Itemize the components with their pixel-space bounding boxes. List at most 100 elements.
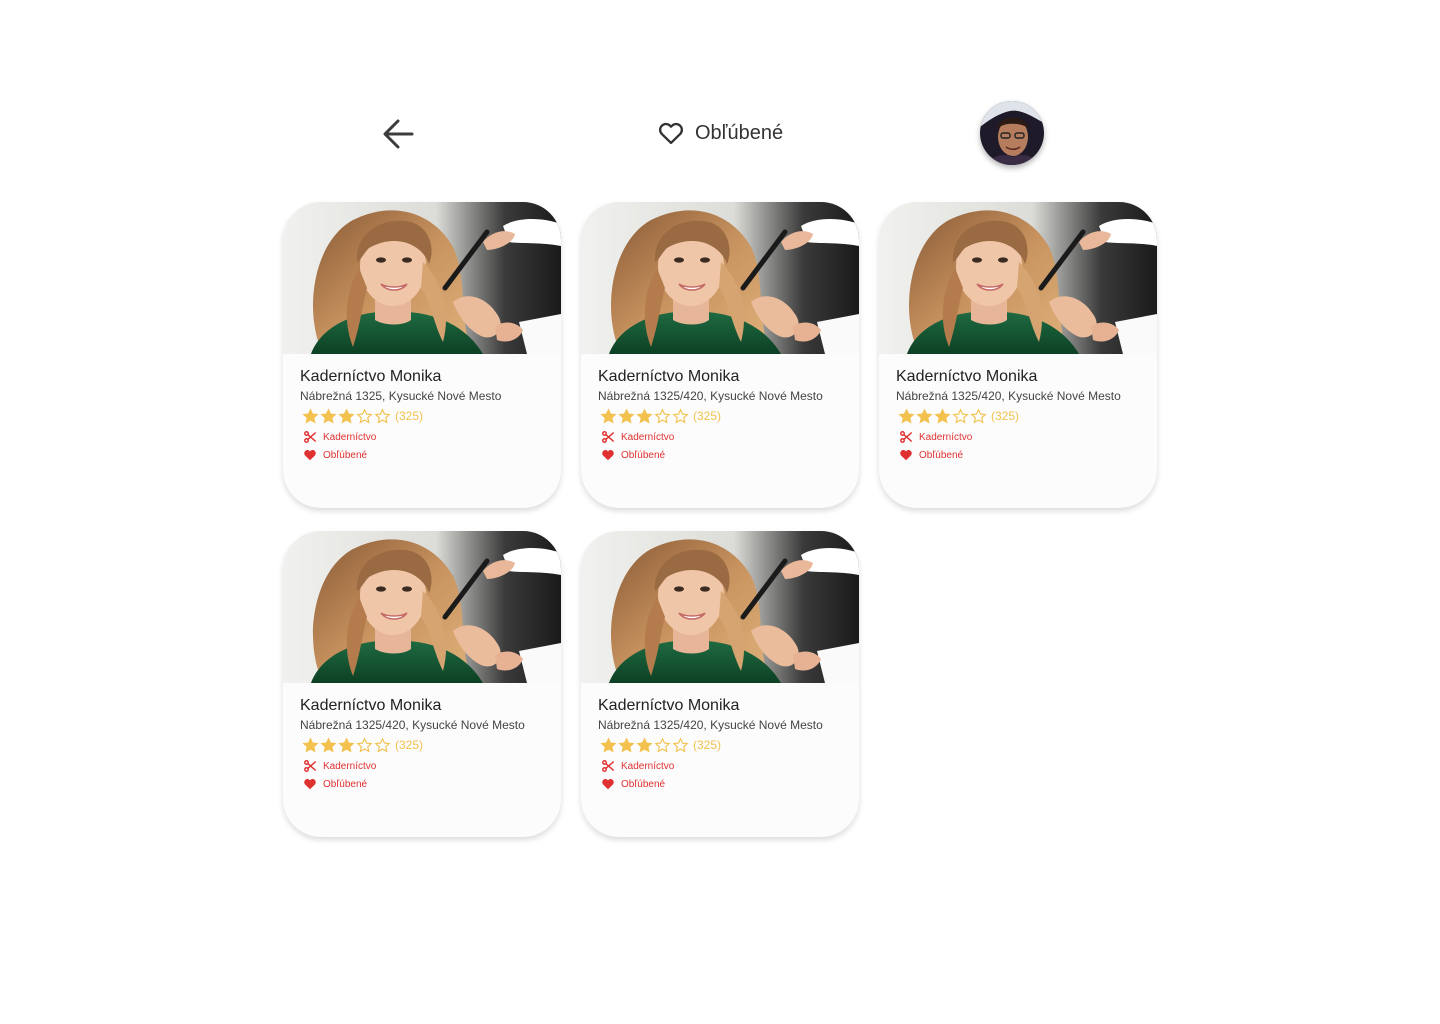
favorite-tag[interactable]: Obľúbené [601,775,842,793]
review-count: (325) [395,738,424,752]
rating-stars [600,737,689,754]
salon-card[interactable]: Kaderníctvo Monika Nábrežná 1325, Kysucké… [283,202,561,508]
rating-stars [302,408,391,425]
salon-address: Nábrežná 1325/420, Kysucké Nové Mesto [598,718,823,732]
review-count: (325) [693,738,722,752]
star-outline-icon [672,408,689,425]
review-count: (325) [395,409,424,423]
heart-filled-icon [601,448,615,462]
category-label: Kaderníctvo [323,760,377,772]
rating: (325) [600,407,842,425]
arrow-left-icon [383,119,414,149]
star-outline-icon [654,408,671,425]
star-outline-icon [952,408,969,425]
heart-filled-icon [303,777,317,791]
salon-name: Kaderníctvo Monika [896,368,1038,385]
favorite-label: Obľúbené [919,449,964,461]
card-body: Kaderníctvo Monika Nábrežná 1325/420, Kys… [879,354,1157,464]
salon-name: Kaderníctvo Monika [300,697,442,714]
star-filled-icon [600,737,617,754]
star-outline-icon [654,737,671,754]
page-title-text: Obľúbené [695,121,784,144]
salon-photo [879,202,1157,354]
review-count: (325) [991,409,1020,423]
category-tag: Kaderníctvo [303,757,544,775]
salon-card[interactable]: Kaderníctvo Monika Nábrežná 1325/420, Kys… [879,202,1157,508]
user-avatar[interactable] [980,101,1044,165]
back-button[interactable] [378,114,418,154]
category-tag: Kaderníctvo [601,428,842,446]
category-label: Kaderníctvo [919,431,973,443]
review-count: (325) [693,409,722,423]
rating: (325) [302,736,544,754]
star-filled-icon [302,408,319,425]
scissors-icon [601,759,615,773]
category-tag: Kaderníctvo [601,757,842,775]
rating-stars [302,737,391,754]
favorite-label: Obľúbené [621,778,666,790]
salon-card[interactable]: Kaderníctvo Monika Nábrežná 1325/420, Kys… [581,531,859,837]
rating: (325) [302,407,544,425]
salon-photo [581,202,859,354]
scissors-icon [601,430,615,444]
salon-photo [283,531,561,683]
favorite-tag[interactable]: Obľúbené [303,775,544,793]
salon-name: Kaderníctvo Monika [300,368,442,385]
category-label: Kaderníctvo [621,760,675,772]
star-filled-icon [934,408,951,425]
heart-filled-icon [303,448,317,462]
card-body: Kaderníctvo Monika Nábrežná 1325/420, Kys… [581,683,859,793]
favorite-label: Obľúbené [621,449,666,461]
page-title: Obľúbené [657,117,783,149]
salon-photo [581,531,859,683]
star-outline-icon [672,737,689,754]
star-filled-icon [320,408,337,425]
heart-outline-icon [657,119,685,147]
salon-name: Kaderníctvo Monika [598,697,740,714]
star-outline-icon [374,408,391,425]
star-filled-icon [320,737,337,754]
star-outline-icon [374,737,391,754]
scissors-icon [303,759,317,773]
heart-filled-icon [899,448,913,462]
star-outline-icon [356,408,373,425]
favorite-tag[interactable]: Obľúbené [899,446,1140,464]
salon-name: Kaderníctvo Monika [598,368,740,385]
salon-photo [283,202,561,354]
favorite-tag[interactable]: Obľúbené [601,446,842,464]
category-label: Kaderníctvo [323,431,377,443]
heart-filled-icon [601,777,615,791]
favorite-label: Obľúbené [323,778,368,790]
star-outline-icon [356,737,373,754]
rating-stars [898,408,987,425]
salon-address: Nábrežná 1325/420, Kysucké Nové Mesto [598,389,823,403]
star-filled-icon [916,408,933,425]
category-label: Kaderníctvo [621,431,675,443]
salon-card[interactable]: Kaderníctvo Monika Nábrežná 1325/420, Kys… [581,202,859,508]
favorite-tag[interactable]: Obľúbené [303,446,544,464]
rating-stars [600,408,689,425]
star-filled-icon [600,408,617,425]
salon-card[interactable]: Kaderníctvo Monika Nábrežná 1325/420, Kys… [283,531,561,837]
favorite-label: Obľúbené [323,449,368,461]
star-filled-icon [898,408,915,425]
star-outline-icon [970,408,987,425]
card-body: Kaderníctvo Monika Nábrežná 1325, Kysucké… [283,354,561,464]
star-filled-icon [636,737,653,754]
salon-address: Nábrežná 1325/420, Kysucké Nové Mesto [896,389,1121,403]
star-filled-icon [338,737,355,754]
star-filled-icon [302,737,319,754]
category-tag: Kaderníctvo [899,428,1140,446]
scissors-icon [899,430,913,444]
star-filled-icon [618,408,635,425]
rating: (325) [898,407,1140,425]
star-filled-icon [636,408,653,425]
rating: (325) [600,736,842,754]
card-body: Kaderníctvo Monika Nábrežná 1325/420, Kys… [581,354,859,464]
scissors-icon [303,430,317,444]
favorites-page: Obľúbené Kaderníctvo Monika Nábrežná 1325… [0,0,1440,1024]
salon-address: Nábrežná 1325/420, Kysucké Nové Mesto [300,718,525,732]
salon-address: Nábrežná 1325, Kysucké Nové Mesto [300,389,502,403]
star-filled-icon [618,737,635,754]
category-tag: Kaderníctvo [303,428,544,446]
